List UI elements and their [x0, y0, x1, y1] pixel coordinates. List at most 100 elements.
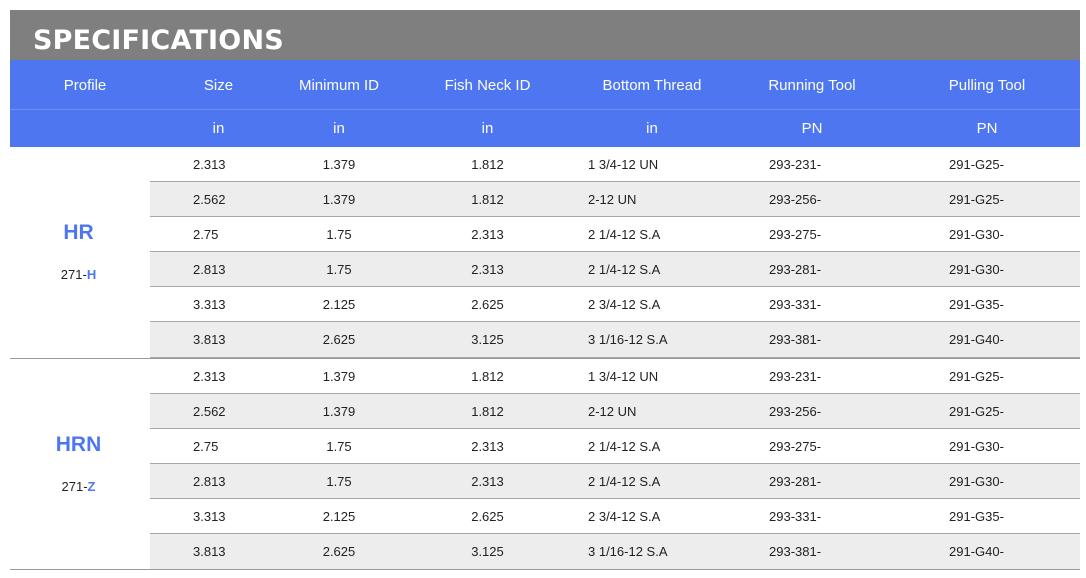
- bottom-thread-cell: 2 1/4-12 S.A: [588, 226, 661, 242]
- pulling-tool-cell: 291-G30-: [949, 261, 1004, 277]
- minimum-id-cell: 2.625: [322, 544, 356, 559]
- pulling-tool-cell: 291-G35-: [949, 508, 1004, 524]
- size-cell: 3.813: [193, 544, 226, 559]
- header-fish-neck-id: Fish Neck ID: [444, 77, 531, 94]
- minimum-id-cell: 2.625: [322, 332, 356, 347]
- running-tool-cell: 293-256-: [769, 191, 822, 207]
- fish-neck-id-cell: 1.812: [471, 403, 504, 419]
- bottom-thread-cell: 2 1/4-12 S.A: [588, 261, 661, 277]
- running-tool-cell: 293-331-: [769, 508, 822, 524]
- bottom-thread-cell: 2 1/4-12 S.A: [588, 473, 661, 489]
- minimum-id-cell: 1.75: [326, 438, 352, 454]
- bottom-thread-cell: 2-12 UN: [588, 191, 637, 207]
- table-bottom-divider: [10, 569, 1080, 570]
- running-tool-cell: 293-381-: [769, 332, 822, 347]
- size-cell: 2.75: [193, 226, 219, 242]
- minimum-id-cell: 2.125: [322, 296, 356, 312]
- header-minimum-id: Minimum ID: [298, 77, 379, 94]
- running-tool-cell: 293-281-: [769, 473, 822, 489]
- fish-neck-id-cell: 2.313: [471, 438, 504, 454]
- pulling-tool-cell: 291-G25-: [949, 368, 1004, 384]
- pulling-tool-cell: 291-G40-: [949, 332, 1004, 347]
- bottom-thread-cell: 2-12 UN: [588, 403, 637, 419]
- table-row: 2.562 1.379 1.812 2-12 UN 293-256- 291-G25-: [150, 182, 1080, 217]
- fish-neck-id-cell: 2.625: [471, 508, 504, 524]
- pulling-tool-cell: 291-G30-: [949, 226, 1004, 242]
- size-cell: 2.75: [193, 438, 219, 454]
- bottom-thread-cell: 3 1/16-12 S.A: [588, 544, 668, 559]
- unit-profile: [10, 110, 160, 147]
- minimum-id-cell: 1.379: [322, 403, 356, 419]
- running-tool-cell: 293-381-: [769, 544, 822, 559]
- bottom-thread-cell: 2 3/4-12 S.A: [588, 508, 661, 524]
- running-tool-cell: 293-275-: [769, 438, 822, 454]
- size-cell: 2.562: [193, 403, 226, 419]
- fish-neck-id-cell: 2.625: [471, 296, 504, 312]
- size-cell: 2.313: [193, 368, 226, 384]
- fish-neck-id-cell: 1.812: [471, 156, 504, 172]
- size-cell: 2.813: [193, 473, 226, 489]
- profile-cell: HR 271-H: [10, 147, 147, 358]
- pulling-tool-cell: 291-G35-: [949, 296, 1004, 312]
- pulling-tool-cell: 291-G25-: [949, 403, 1004, 419]
- fish-neck-id-cell: 3.125: [471, 332, 504, 347]
- table-row: 2.813 1.75 2.313 2 1/4-12 S.A 293-281- 291-G3…: [150, 464, 1080, 499]
- running-tool-cell: 293-281-: [769, 261, 822, 277]
- profile-part-number: 271-Z: [10, 479, 147, 494]
- running-tool-cell: 293-275-: [769, 226, 822, 242]
- profile-name: HRN: [55, 433, 102, 456]
- header-profile: Profile: [63, 77, 107, 94]
- size-cell: 3.813: [193, 332, 226, 347]
- profile-cell: HRN 271-Z: [10, 359, 147, 570]
- column-header-row: Profile Size Minimum ID Fish Neck ID Bot…: [10, 60, 1080, 110]
- size-cell: 2.813: [193, 261, 226, 277]
- part-number-prefix: 271-: [61, 479, 88, 494]
- fish-neck-id-cell: 2.313: [471, 226, 504, 242]
- minimum-id-cell: 1.379: [322, 191, 356, 207]
- minimum-id-cell: 1.75: [326, 473, 352, 489]
- part-number-suffix: H: [86, 267, 97, 282]
- table-row: 2.313 1.379 1.812 1 3/4-12 UN 293-231- 291-G2…: [150, 147, 1080, 182]
- minimum-id-cell: 1.379: [322, 156, 356, 172]
- bottom-thread-cell: 2 1/4-12 S.A: [588, 438, 661, 454]
- profile-name: HR: [63, 221, 94, 244]
- group-rows: 2.313 1.379 1.812 1 3/4-12 UN 293-231- 291-G2…: [150, 359, 1080, 570]
- minimum-id-cell: 1.75: [326, 261, 352, 277]
- header-size: Size: [203, 77, 234, 94]
- bottom-thread-cell: 3 1/16-12 S.A: [588, 332, 668, 347]
- unit-minimum-id: in: [333, 120, 345, 137]
- minimum-id-cell: 1.379: [322, 368, 356, 384]
- bottom-thread-cell: 1 3/4-12 UN: [588, 368, 659, 384]
- bottom-thread-cell: 2 3/4-12 S.A: [588, 296, 661, 312]
- running-tool-cell: 293-256-: [769, 403, 822, 419]
- minimum-id-cell: 2.125: [322, 508, 356, 524]
- running-tool-cell: 293-231-: [769, 156, 822, 172]
- table-row: 3.313 2.125 2.625 2 3/4-12 S.A 293-331- 291-G…: [150, 287, 1080, 322]
- header-pulling-tool: Pulling Tool: [948, 77, 1026, 94]
- group-rows: 2.313 1.379 1.812 1 3/4-12 UN 293-231- 291-G2…: [150, 147, 1080, 358]
- section-title: SPECIFICATIONS: [10, 10, 1080, 60]
- table-row: 2.75 1.75 2.313 2 1/4-12 S.A 293-275- 291-G30…: [150, 429, 1080, 464]
- size-cell: 2.562: [193, 191, 226, 207]
- bottom-thread-cell: 1 3/4-12 UN: [588, 156, 659, 172]
- unit-fish-neck-id: in: [481, 120, 494, 137]
- part-number-prefix: 271-: [60, 267, 87, 282]
- pulling-tool-cell: 291-G30-: [949, 438, 1004, 454]
- units-header-row: in in in in PN PN: [10, 110, 1080, 147]
- unit-pulling-tool: PN: [976, 120, 998, 137]
- pulling-tool-cell: 291-G30-: [949, 473, 1004, 489]
- specifications-table: SPECIFICATIONS Profile Size Minimum ID F…: [0, 0, 1086, 578]
- table-row: 2.75 1.75 2.313 2 1/4-12 S.A 293-275- 291-G30…: [150, 217, 1080, 252]
- running-tool-cell: 293-231-: [769, 368, 822, 384]
- unit-running-tool: PN: [801, 120, 823, 137]
- fish-neck-id-cell: 2.313: [471, 261, 504, 277]
- pulling-tool-cell: 291-G25-: [949, 156, 1004, 172]
- minimum-id-cell: 1.75: [326, 226, 352, 242]
- pulling-tool-cell: 291-G25-: [949, 191, 1004, 207]
- unit-size: in: [212, 120, 225, 137]
- size-cell: 3.313: [193, 296, 226, 312]
- fish-neck-id-cell: 1.812: [471, 191, 504, 207]
- profile-group-hrn: HRN 271-Z 2.313 1.379 1.812 1 3/4-12 UN 293-…: [10, 358, 1080, 570]
- table-row: 3.813 2.625 3.125 3 1/16-12 S.A 293-381- 291-…: [150, 322, 1080, 358]
- table-row: 2.813 1.75 2.313 2 1/4-12 S.A 293-281- 291-G3…: [150, 252, 1080, 287]
